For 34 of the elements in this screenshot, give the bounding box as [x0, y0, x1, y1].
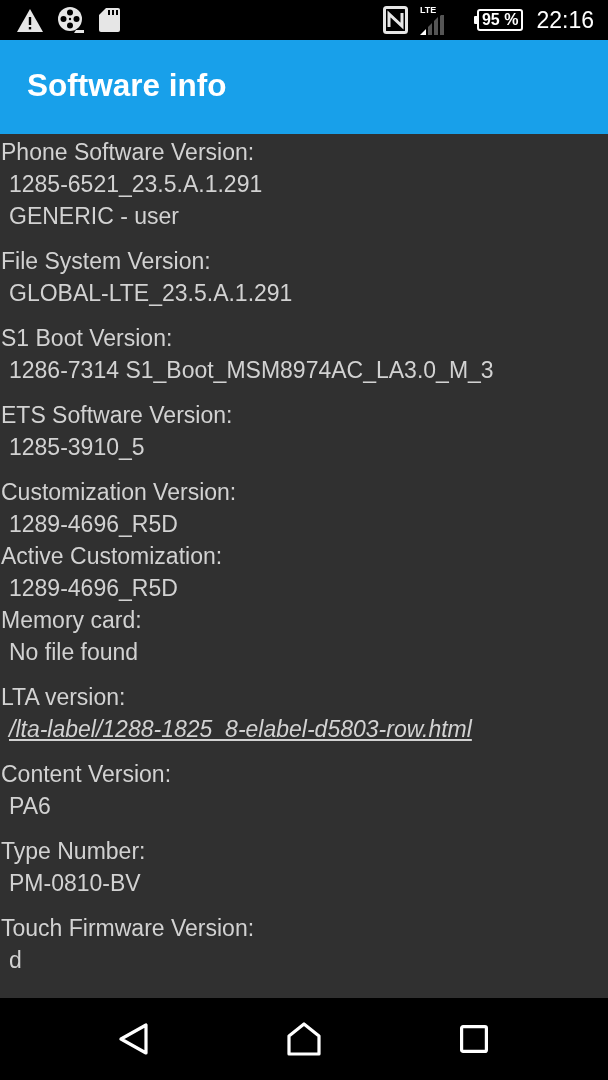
field-label: Customization Version:: [0, 478, 237, 507]
nfc-icon: [382, 6, 408, 34]
home-button[interactable]: [287, 1022, 321, 1056]
field-value: 1289-4696_R5D: [8, 574, 178, 603]
field-label: Active Customization:: [0, 542, 223, 571]
field-label: LTA version:: [0, 683, 126, 712]
network-type-label: LTE: [419, 5, 437, 15]
app-bar-title: Software info: [27, 66, 227, 105]
file-link[interactable]: /lta-label/1288-1825_8-elabel-d5803-row.html: [9, 713, 472, 745]
field-value: 1289-4696_R5D: [8, 510, 178, 539]
field-value: 1286-7314 S1_Boot_MSM8974AC_LA3.0_M_3: [8, 356, 494, 385]
field-value: GLOBAL-LTE_23.5.A.1.291: [8, 279, 293, 308]
field-value: No file found: [8, 638, 139, 667]
recent-apps-button[interactable]: [460, 1025, 488, 1053]
battery-indicator: 95 %: [473, 9, 524, 31]
clock-time: 22:16: [536, 6, 594, 34]
field-label: Touch Firmware Version:: [0, 914, 255, 943]
field-label: Phone Software Version:: [0, 138, 255, 167]
field-value: PM-0810-BV: [8, 869, 141, 898]
field-label: ETS Software Version:: [0, 401, 233, 430]
back-button[interactable]: [119, 1023, 149, 1055]
field-label: S1 Boot Version:: [0, 324, 173, 353]
film-reel-icon: [57, 6, 85, 34]
field-value: 1285-3910_5: [8, 433, 145, 462]
field-label: Memory card:: [0, 606, 142, 635]
field-label: Content Version:: [0, 760, 172, 789]
field-label: File System Version:: [0, 247, 211, 276]
field-value: PA6: [8, 792, 51, 821]
warning-icon: [17, 8, 43, 32]
field-value: 1285-6521_23.5.A.1.291: [8, 170, 263, 199]
field-value: d: [8, 946, 22, 975]
field-label: Type Number:: [0, 837, 146, 866]
sd-card-icon: [99, 8, 120, 32]
field-value: GENERIC - user: [8, 202, 179, 231]
